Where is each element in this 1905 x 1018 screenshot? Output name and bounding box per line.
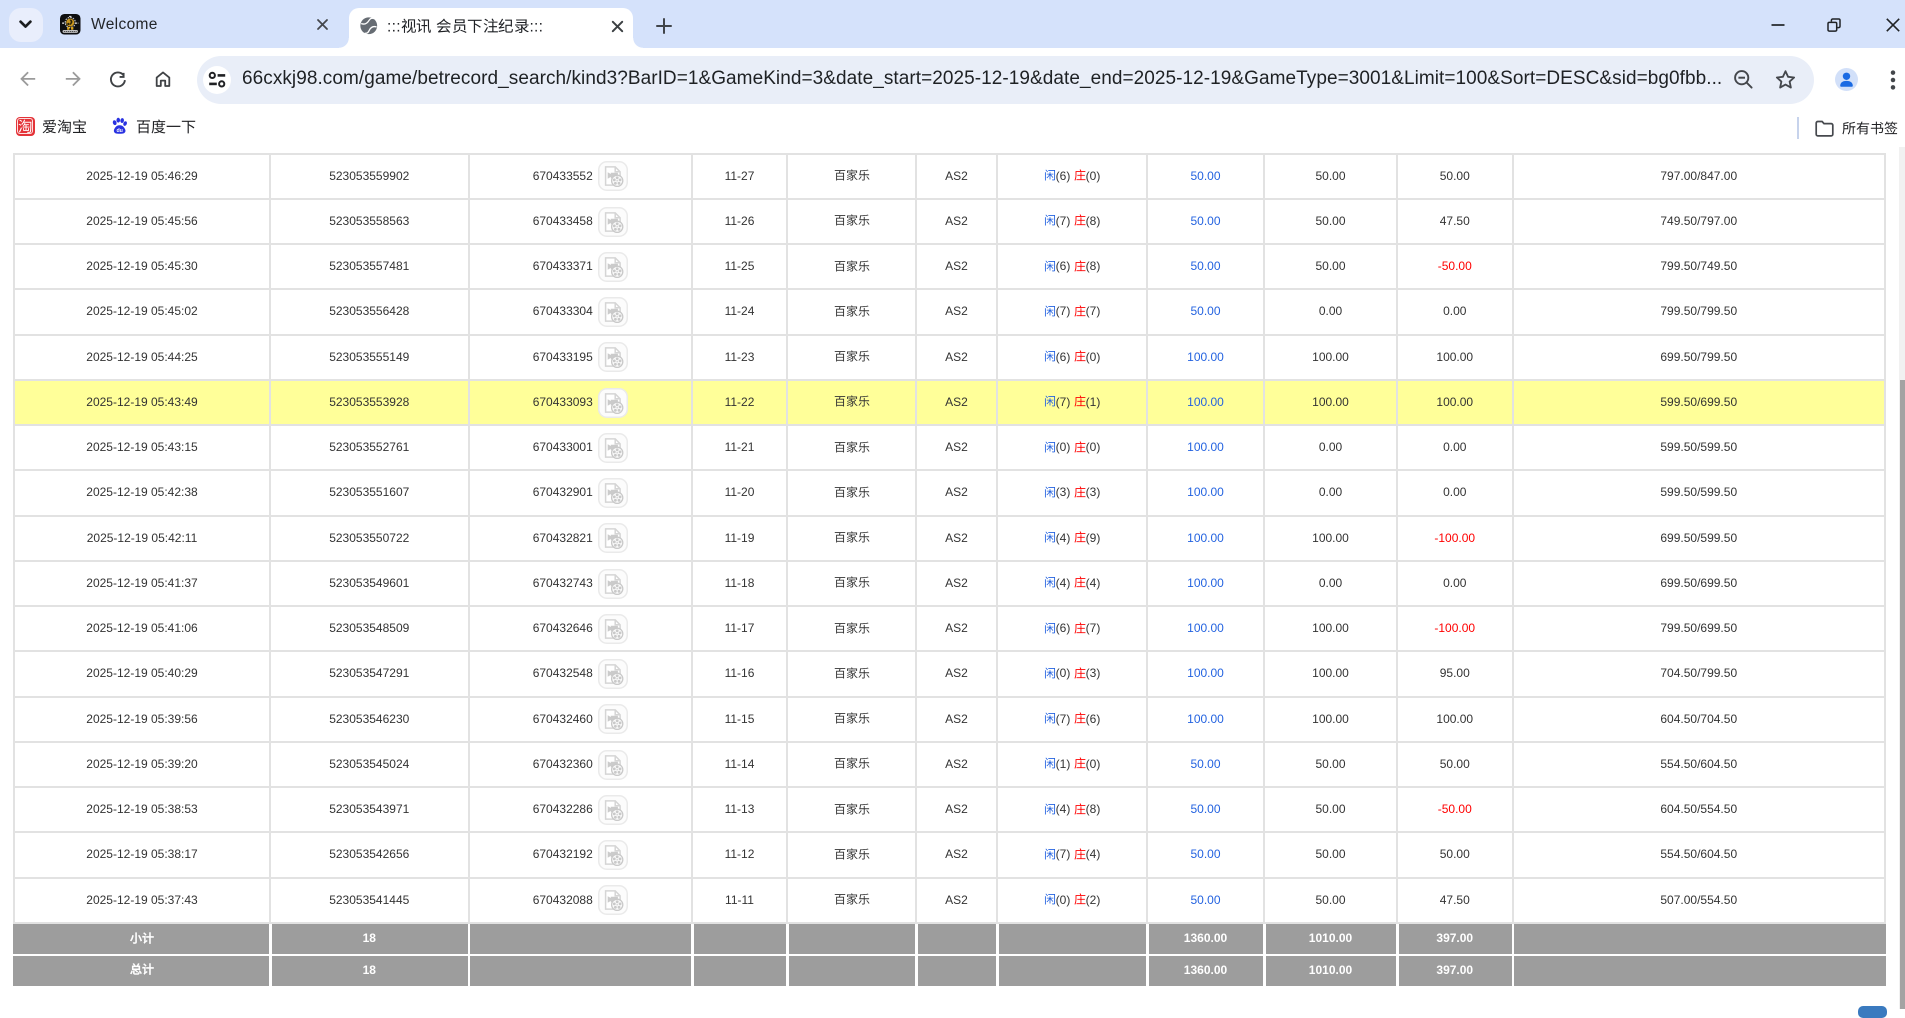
- svg-text:du: du: [116, 128, 122, 134]
